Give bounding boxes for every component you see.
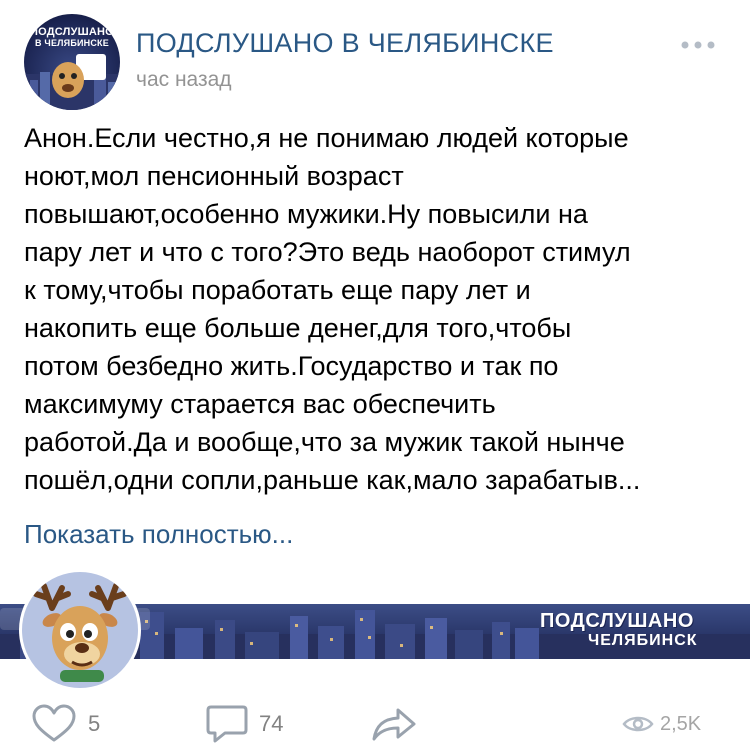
more-options-icon[interactable] xyxy=(680,40,716,50)
heart-icon xyxy=(32,704,76,742)
views-counter: 2,5K xyxy=(622,695,701,753)
post-text-line: накопить еще больше денег,для того,чтобы xyxy=(24,313,572,343)
likes-count: 5 xyxy=(88,711,101,736)
like-button[interactable]: 5 xyxy=(30,695,100,753)
banner-title: ПОДСЛУШАНО xyxy=(540,610,694,632)
show-more-link[interactable]: Показать полностью... xyxy=(24,519,293,550)
banner-subtitle: ЧЕЛЯБИНСК xyxy=(588,632,698,649)
post-text-line: повышают,особенно мужики.Ну повысили на xyxy=(24,199,588,229)
group-name-link[interactable]: ПОДСЛУШАНО В ЧЕЛЯБИНСКЕ xyxy=(136,28,554,59)
post-text-line: потом безбедно жить.Государство и так по xyxy=(24,351,559,381)
comments-count: 74 xyxy=(259,711,284,736)
deer-mascot-icon xyxy=(33,583,127,682)
post-text-line: пару лет и что с того?Это ведь наоборот … xyxy=(24,237,631,267)
post-actions-bar: 5 74 2,5K xyxy=(0,695,750,753)
post-text-line: максимуму старается вас обеспечить xyxy=(24,389,496,419)
post-header: ПОДСЛУШАНО В ЧЕЛЯБИНСКЕ ПОДСЛУШАНО В ЧЕЛ… xyxy=(0,0,750,115)
post-text-line: к тому,чтобы поработать еще пару лет и xyxy=(24,275,531,305)
post-text-line: Анон.Если честно,я не понимаю людей кото… xyxy=(24,123,629,153)
post-text-line: пошёл,одни сопли,раньше как,мало зарабат… xyxy=(24,465,641,495)
post-text-line: работой.Да и вообще,что за мужик такой н… xyxy=(24,427,625,457)
avatar-subtitle: В ЧЕЛЯБИНСКЕ xyxy=(35,38,109,48)
post-time: час назад xyxy=(136,68,232,91)
post-text: Анон.Если честно,я не понимаю людей кото… xyxy=(24,119,724,499)
comment-icon xyxy=(206,705,248,743)
share-arrow-icon xyxy=(372,708,416,741)
mascot-avatar xyxy=(22,572,138,688)
comment-button[interactable]: 74 xyxy=(205,695,283,753)
avatar-title: ПОДСЛУШАНО xyxy=(30,26,114,38)
group-avatar[interactable]: ПОДСЛУШАНО В ЧЕЛЯБИНСКЕ xyxy=(24,14,120,110)
eye-icon xyxy=(622,716,654,732)
share-button[interactable] xyxy=(370,695,418,753)
views-count: 2,5K xyxy=(660,712,702,735)
post-text-line: ноют,мол пенсионный возраст xyxy=(24,161,404,191)
